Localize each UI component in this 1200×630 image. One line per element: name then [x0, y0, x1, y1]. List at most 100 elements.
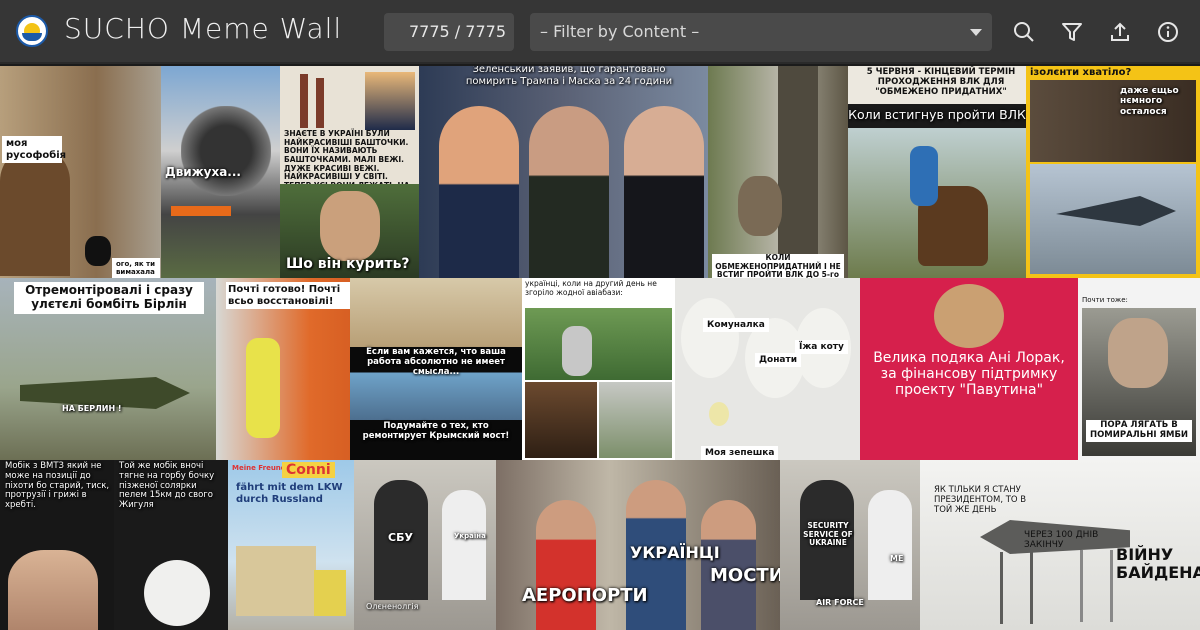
person-photo: [624, 106, 704, 278]
meme-caption: АЕРОПОРТИ: [522, 585, 648, 606]
meme-tile[interactable]: КОЛИ ОБМЕЖЕНОПРИДАТНИЙ І НЕ ВСТИГ ПРОЙТИ…: [708, 66, 848, 278]
meme-caption: НА БЕРЛИН !: [62, 404, 122, 413]
meme-tile[interactable]: моя русофобія ого, як ти вимахала: [0, 66, 161, 278]
meme-caption: ого, як ти вимахала: [112, 258, 160, 278]
person-figure: [562, 326, 592, 376]
dog-figure: [0, 146, 70, 276]
woman-figure: [868, 490, 912, 600]
meme-counter-input[interactable]: 7775 / 7775: [384, 13, 514, 51]
leg: [1080, 550, 1083, 622]
worker-figure: [246, 338, 280, 438]
filter-icon[interactable]: [1060, 20, 1084, 44]
meme-caption: даже єщьо нємного осталося: [1120, 86, 1179, 117]
meme-tile[interactable]: Движуха...: [161, 66, 280, 278]
meme-caption: fährt mit dem LKW durch Russland: [236, 482, 343, 505]
meme-caption: Зеленський заявив, що гарантовано помири…: [465, 66, 673, 87]
truck-cab: [314, 570, 346, 616]
photo-bg: [599, 382, 672, 458]
meme-caption: КОЛИ ОБМЕЖЕНОПРИДАТНИЙ І НЕ ВСТИГ ПРОЙТИ…: [712, 253, 844, 278]
meme-caption: Если вам кажется, что ваша работа абсолю…: [366, 347, 506, 377]
tree-trunk: [778, 66, 818, 256]
info-icon[interactable]: [1156, 20, 1180, 44]
photo-bg: [525, 382, 597, 458]
person-photo: [439, 106, 519, 278]
meme-caption: Комуналка: [703, 318, 769, 333]
meme-caption: ЯК ТІЛЬКИ Я СТАНУ ПРЕЗИДЕНТОМ, ТО В ТОЙ …: [934, 485, 1027, 515]
person-photo: [365, 72, 415, 130]
meme-tile[interactable]: українці, коли на другий день не згоріло…: [522, 278, 675, 460]
leg: [1110, 550, 1113, 622]
meme-tile[interactable]: SECURITY SERVICE OF UKRAINE ME AIR FORCE: [780, 460, 920, 630]
person-photo: [934, 284, 1004, 348]
meme-caption: ME: [890, 554, 904, 563]
truck-figure: [236, 546, 316, 616]
meme-tile[interactable]: Той же мобік вночі тягне на горбу бочку …: [114, 460, 228, 630]
chimney: [300, 74, 308, 128]
meme-tile[interactable]: СБУ Україна Олєненолгія: [354, 460, 496, 630]
meme-caption: Движуха...: [165, 165, 241, 179]
leg: [1000, 552, 1003, 624]
meme-tile[interactable]: Meine Freundin Conni fährt mit dem LKW d…: [228, 460, 354, 630]
meme-caption: Україна: [454, 532, 486, 540]
meme-caption: Conni: [282, 462, 335, 479]
top-bar: SUCHO Meme Wall 7775 / 7775 – Filter by …: [0, 0, 1200, 64]
meme-caption: ЧЕРЕЗ 100 ДНІВ ЗАКІНЧУ: [1024, 530, 1099, 551]
meme-caption: СБУ: [388, 531, 413, 544]
search-icon[interactable]: [1012, 20, 1036, 44]
person-photo: [8, 550, 98, 630]
meme-caption: Отремонтіровалі і сразу улєтєлі бомбіть …: [14, 282, 204, 314]
upload-icon[interactable]: [1108, 20, 1132, 44]
meme-tile[interactable]: ЗНАЄТЕ В УКРАЇНІ БУЛИ НАЙКРАСИВІШІ БАШТО…: [280, 66, 419, 278]
person-photo: [529, 106, 609, 278]
leg: [1030, 552, 1033, 624]
meme-caption: Подумайте о тех, кто ремонтирует Крымски…: [362, 421, 510, 441]
meme-tile[interactable]: ізолєнти хватіло? даже єщьо нємного оста…: [1026, 66, 1200, 278]
meme-tile[interactable]: Почті готово! Почті всьо восстановілі!: [216, 278, 350, 460]
meme-caption: Шо він курить?: [286, 256, 410, 272]
face: [320, 191, 380, 261]
person-figure: [536, 500, 596, 630]
meme-caption: 5 ЧЕРВНЯ - КІНЦЕВИЙ ТЕРМІН ПРОХОДЖЕННЯ В…: [866, 67, 1016, 97]
meme-caption: Коли встигнув пройти ВЛК: [848, 107, 1026, 122]
meme-caption: Донати: [755, 353, 802, 368]
content-filter-select[interactable]: – Filter by Content –: [530, 13, 992, 51]
meme-tile[interactable]: Зеленський заявив, що гарантовано помири…: [419, 66, 708, 278]
meme-tile[interactable]: Мобік з ВМТЗ який не може на позиції до …: [0, 460, 114, 630]
meme-caption: AIR FORCE: [816, 598, 864, 607]
meme-tile[interactable]: АЕРОПОРТИ УКРАЇНЦІ МОСТИ: [496, 460, 780, 630]
meme-caption: Мобік з ВМТЗ який не може на позиції до …: [5, 461, 110, 511]
cat-figure: [85, 236, 111, 266]
meme-caption: Їжа коту: [795, 340, 848, 355]
meme-caption: українці, коли на другий день не згоріло…: [525, 279, 657, 297]
toy-figure: [709, 402, 729, 426]
chimney: [316, 78, 324, 128]
meme-caption: Велика подяка Ані Лорак, за фінансову пі…: [873, 350, 1065, 399]
meme-tile[interactable]: ЯК ТІЛЬКИ Я СТАНУ ПРЕЗИДЕНТОМ, ТО В ТОЙ …: [920, 460, 1200, 630]
chevron-down-icon: [970, 29, 982, 36]
meme-tile[interactable]: 5 ЧЕРВНЯ - КІНЦЕВИЙ ТЕРМІН ПРОХОДЖЕННЯ В…: [848, 66, 1026, 278]
meme-tile[interactable]: Велика подяка Ані Лорак, за фінансову пі…: [860, 278, 1078, 460]
toy-figure: [681, 298, 739, 378]
cat-figure: [738, 176, 782, 236]
meme-tile[interactable]: Комуналка Донати Їжа коту Моя зепешка: [675, 278, 860, 460]
smoke-cloud: [181, 106, 271, 196]
meme-tile[interactable]: Почти тоже: ПОРА ЛЯГАТЬ В ПОМИРАЛЬНІ ЯМБ…: [1078, 278, 1200, 460]
photo-bg: [525, 308, 672, 380]
meme-caption: Моя зепешка: [701, 446, 779, 460]
face: [1108, 318, 1168, 388]
meme-caption: SECURITY SERVICE OF UKRAINE: [803, 521, 853, 548]
meme-caption: Той же мобік вночі тягне на горбу бочку …: [119, 461, 215, 511]
meme-caption: Олєненолгія: [366, 602, 419, 611]
meme-caption: ВІЙНУ БАЙДЕНА: [1116, 545, 1200, 583]
meme-tile[interactable]: Если вам кажется, что ваша работа абсолю…: [350, 278, 522, 460]
filter-placeholder: – Filter by Content –: [540, 22, 700, 41]
meme-tile[interactable]: Отремонтіровалі і сразу улєтєлі бомбіть …: [0, 278, 216, 460]
woman-figure: [442, 490, 486, 600]
fire: [171, 206, 231, 216]
cat-figure: [144, 560, 210, 626]
meme-caption: МОСТИ: [710, 565, 780, 586]
meme-caption: УКРАЇНЦІ: [630, 543, 720, 562]
sucho-logo[interactable]: [16, 15, 48, 47]
meme-caption: Почті готово! Почті всьо восстановілі!: [226, 282, 350, 309]
meme-caption: ізолєнти хватіло?: [1030, 67, 1132, 78]
